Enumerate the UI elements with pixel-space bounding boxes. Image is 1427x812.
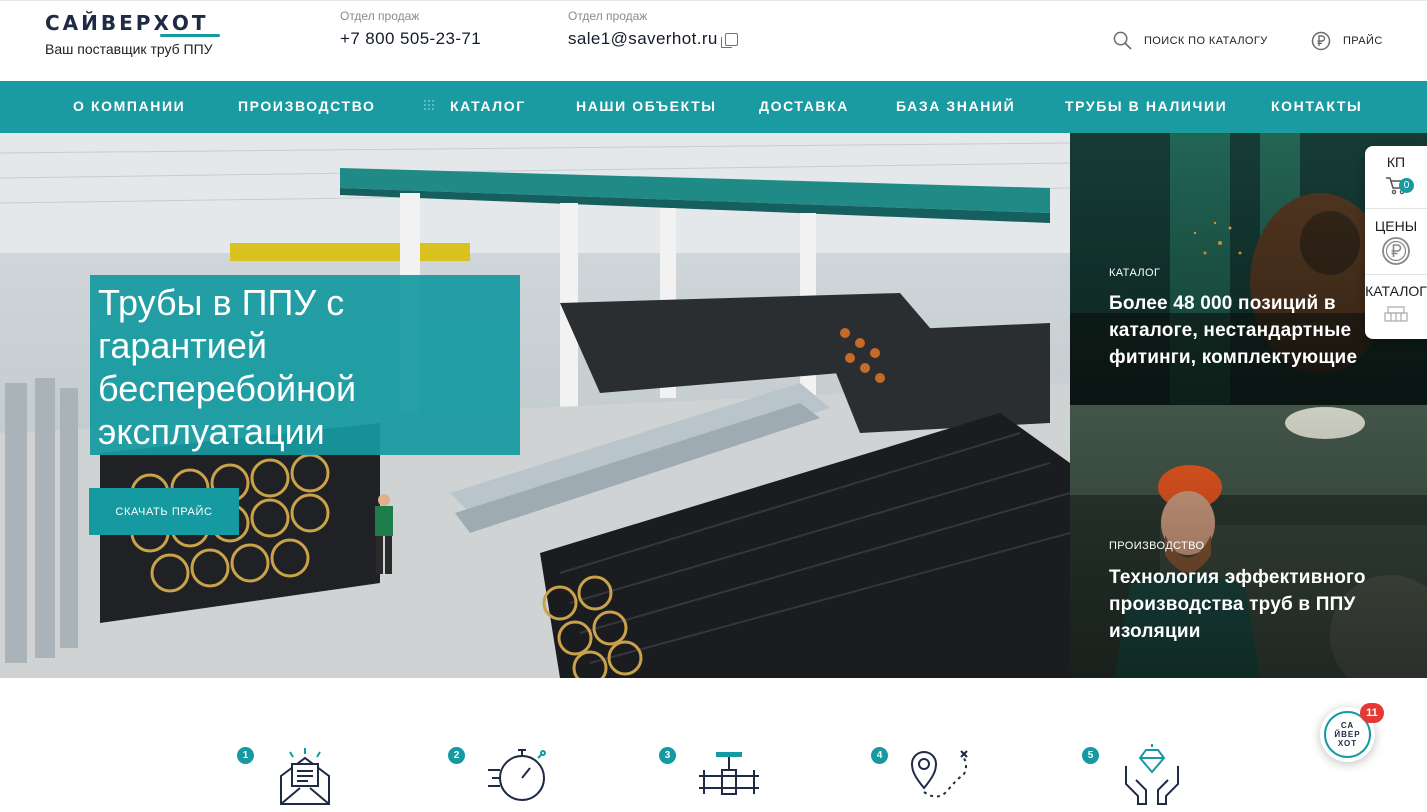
- tagline: Ваш поставщик труб ППУ: [45, 41, 213, 57]
- ruble-coin-icon: [1382, 237, 1410, 265]
- logo-text: САЙВЕРХОТ: [45, 11, 209, 35]
- ruble-icon: [1311, 31, 1331, 51]
- step-number: 1: [237, 747, 254, 764]
- site-header: САЙВЕРХОТ Ваш поставщик труб ППУ Отдел п…: [0, 0, 1427, 81]
- hero-title-box: Трубы в ППУ с гарантией бесперебойной эк…: [90, 275, 520, 455]
- kp-button[interactable]: КП: [1365, 154, 1427, 198]
- logo-accent: [160, 34, 220, 37]
- step-number: 4: [871, 747, 888, 764]
- email-label: Отдел продаж: [568, 9, 648, 23]
- nav-item-knowledge[interactable]: БАЗА ЗНАНИЙ: [896, 98, 1015, 114]
- email-row: sale1@saverhot.ru: [568, 29, 738, 49]
- envelope-document-icon: [280, 748, 330, 805]
- nav-item-delivery[interactable]: ДОСТАВКА: [759, 98, 849, 114]
- nav-item-stock[interactable]: ТРУБЫ В НАЛИЧИИ: [1065, 98, 1227, 114]
- map-route-icon: [910, 750, 968, 798]
- email-link[interactable]: sale1@saverhot.ru: [568, 29, 718, 49]
- catalog-button[interactable]: КАТАЛОГ: [1365, 283, 1427, 326]
- page: САЙВЕРХОТ Ваш поставщик труб ППУ Отдел п…: [0, 0, 1427, 812]
- card-title: Более 48 000 позиций в каталоге, нестанд…: [1109, 293, 1358, 368]
- download-price-button[interactable]: СКАЧАТЬ ПРАЙС: [89, 488, 239, 535]
- email-contact: Отдел продаж sale1@saverhot.ru: [568, 9, 738, 49]
- card-kicker: КАТАЛОГ: [1109, 267, 1161, 279]
- card-kicker: ПРОИЗВОДСТВО: [1109, 540, 1205, 552]
- divider: [1365, 208, 1427, 209]
- hero-banner: Трубы в ППУ с гарантией бесперебойной эк…: [0, 133, 1070, 678]
- step-number: 3: [659, 747, 676, 764]
- nav-item-catalog[interactable]: КАТАЛОГ: [450, 98, 526, 114]
- logo[interactable]: САЙВЕРХОТ: [45, 9, 235, 39]
- price-label: ПРАЙС: [1343, 35, 1383, 47]
- divider: [1365, 274, 1427, 275]
- prices-label: ЦЕНЫ: [1374, 218, 1418, 234]
- production-card[interactable]: ПРОИЗВОДСТВО Технология эффективного про…: [1070, 405, 1427, 678]
- steps-section: 1 2 3 4 5: [0, 678, 1427, 812]
- search-label: ПОИСК ПО КАТАЛОГУ: [1144, 34, 1268, 47]
- prices-button[interactable]: ЦЕНЫ: [1365, 218, 1427, 269]
- pipes-icon: [1384, 306, 1408, 322]
- nav-item-production[interactable]: ПРОИЗВОДСТВО: [238, 98, 376, 114]
- nav-item-objects[interactable]: НАШИ ОБЪЕКТЫ: [576, 98, 717, 114]
- copy-icon[interactable]: [720, 32, 738, 48]
- hands-diamond-icon: [1125, 744, 1179, 805]
- nav-item-contacts[interactable]: КОНТАКТЫ: [1271, 98, 1362, 114]
- phone-contact: Отдел продаж +7 800 505-23-71: [340, 9, 481, 49]
- kp-count-badge: 0: [1399, 178, 1414, 193]
- price-link[interactable]: ПРАЙС: [1311, 31, 1383, 51]
- kp-label: КП: [1386, 154, 1406, 170]
- step-number: 2: [448, 747, 465, 764]
- catalog-search[interactable]: ПОИСК ПО КАТАЛОГУ: [1113, 31, 1268, 50]
- phone-label: Отдел продаж: [340, 9, 420, 23]
- hero-title: Трубы в ППУ с гарантией бесперебойной эк…: [98, 282, 357, 452]
- chat-logo-line: ХОТ: [1337, 739, 1358, 748]
- phone-link[interactable]: +7 800 505-23-71: [340, 29, 481, 49]
- main-nav: О КОМПАНИИ ПРОИЗВОДСТВО КАТАЛОГ НАШИ ОБЪ…: [0, 81, 1427, 133]
- stopwatch-icon: [488, 749, 546, 801]
- catalog-label: КАТАЛОГ: [1365, 283, 1427, 299]
- chat-logo-line: ЙВЕР: [1334, 730, 1361, 739]
- quick-panel: КП 0 ЦЕНЫ КАТАЛОГ: [1365, 146, 1427, 339]
- unread-count-badge: 11: [1360, 703, 1384, 723]
- search-icon: [1113, 31, 1132, 50]
- card-title: Технология эффективного производства тру…: [1109, 567, 1366, 642]
- nav-item-about[interactable]: О КОМПАНИИ: [73, 98, 185, 114]
- chat-logo-line: СА: [1340, 721, 1355, 730]
- grid-icon: [424, 100, 434, 110]
- pipe-valve-icon: [699, 752, 759, 795]
- step-number: 5: [1082, 747, 1099, 764]
- chat-widget[interactable]: СА ЙВЕР ХОТ 11: [1320, 703, 1384, 762]
